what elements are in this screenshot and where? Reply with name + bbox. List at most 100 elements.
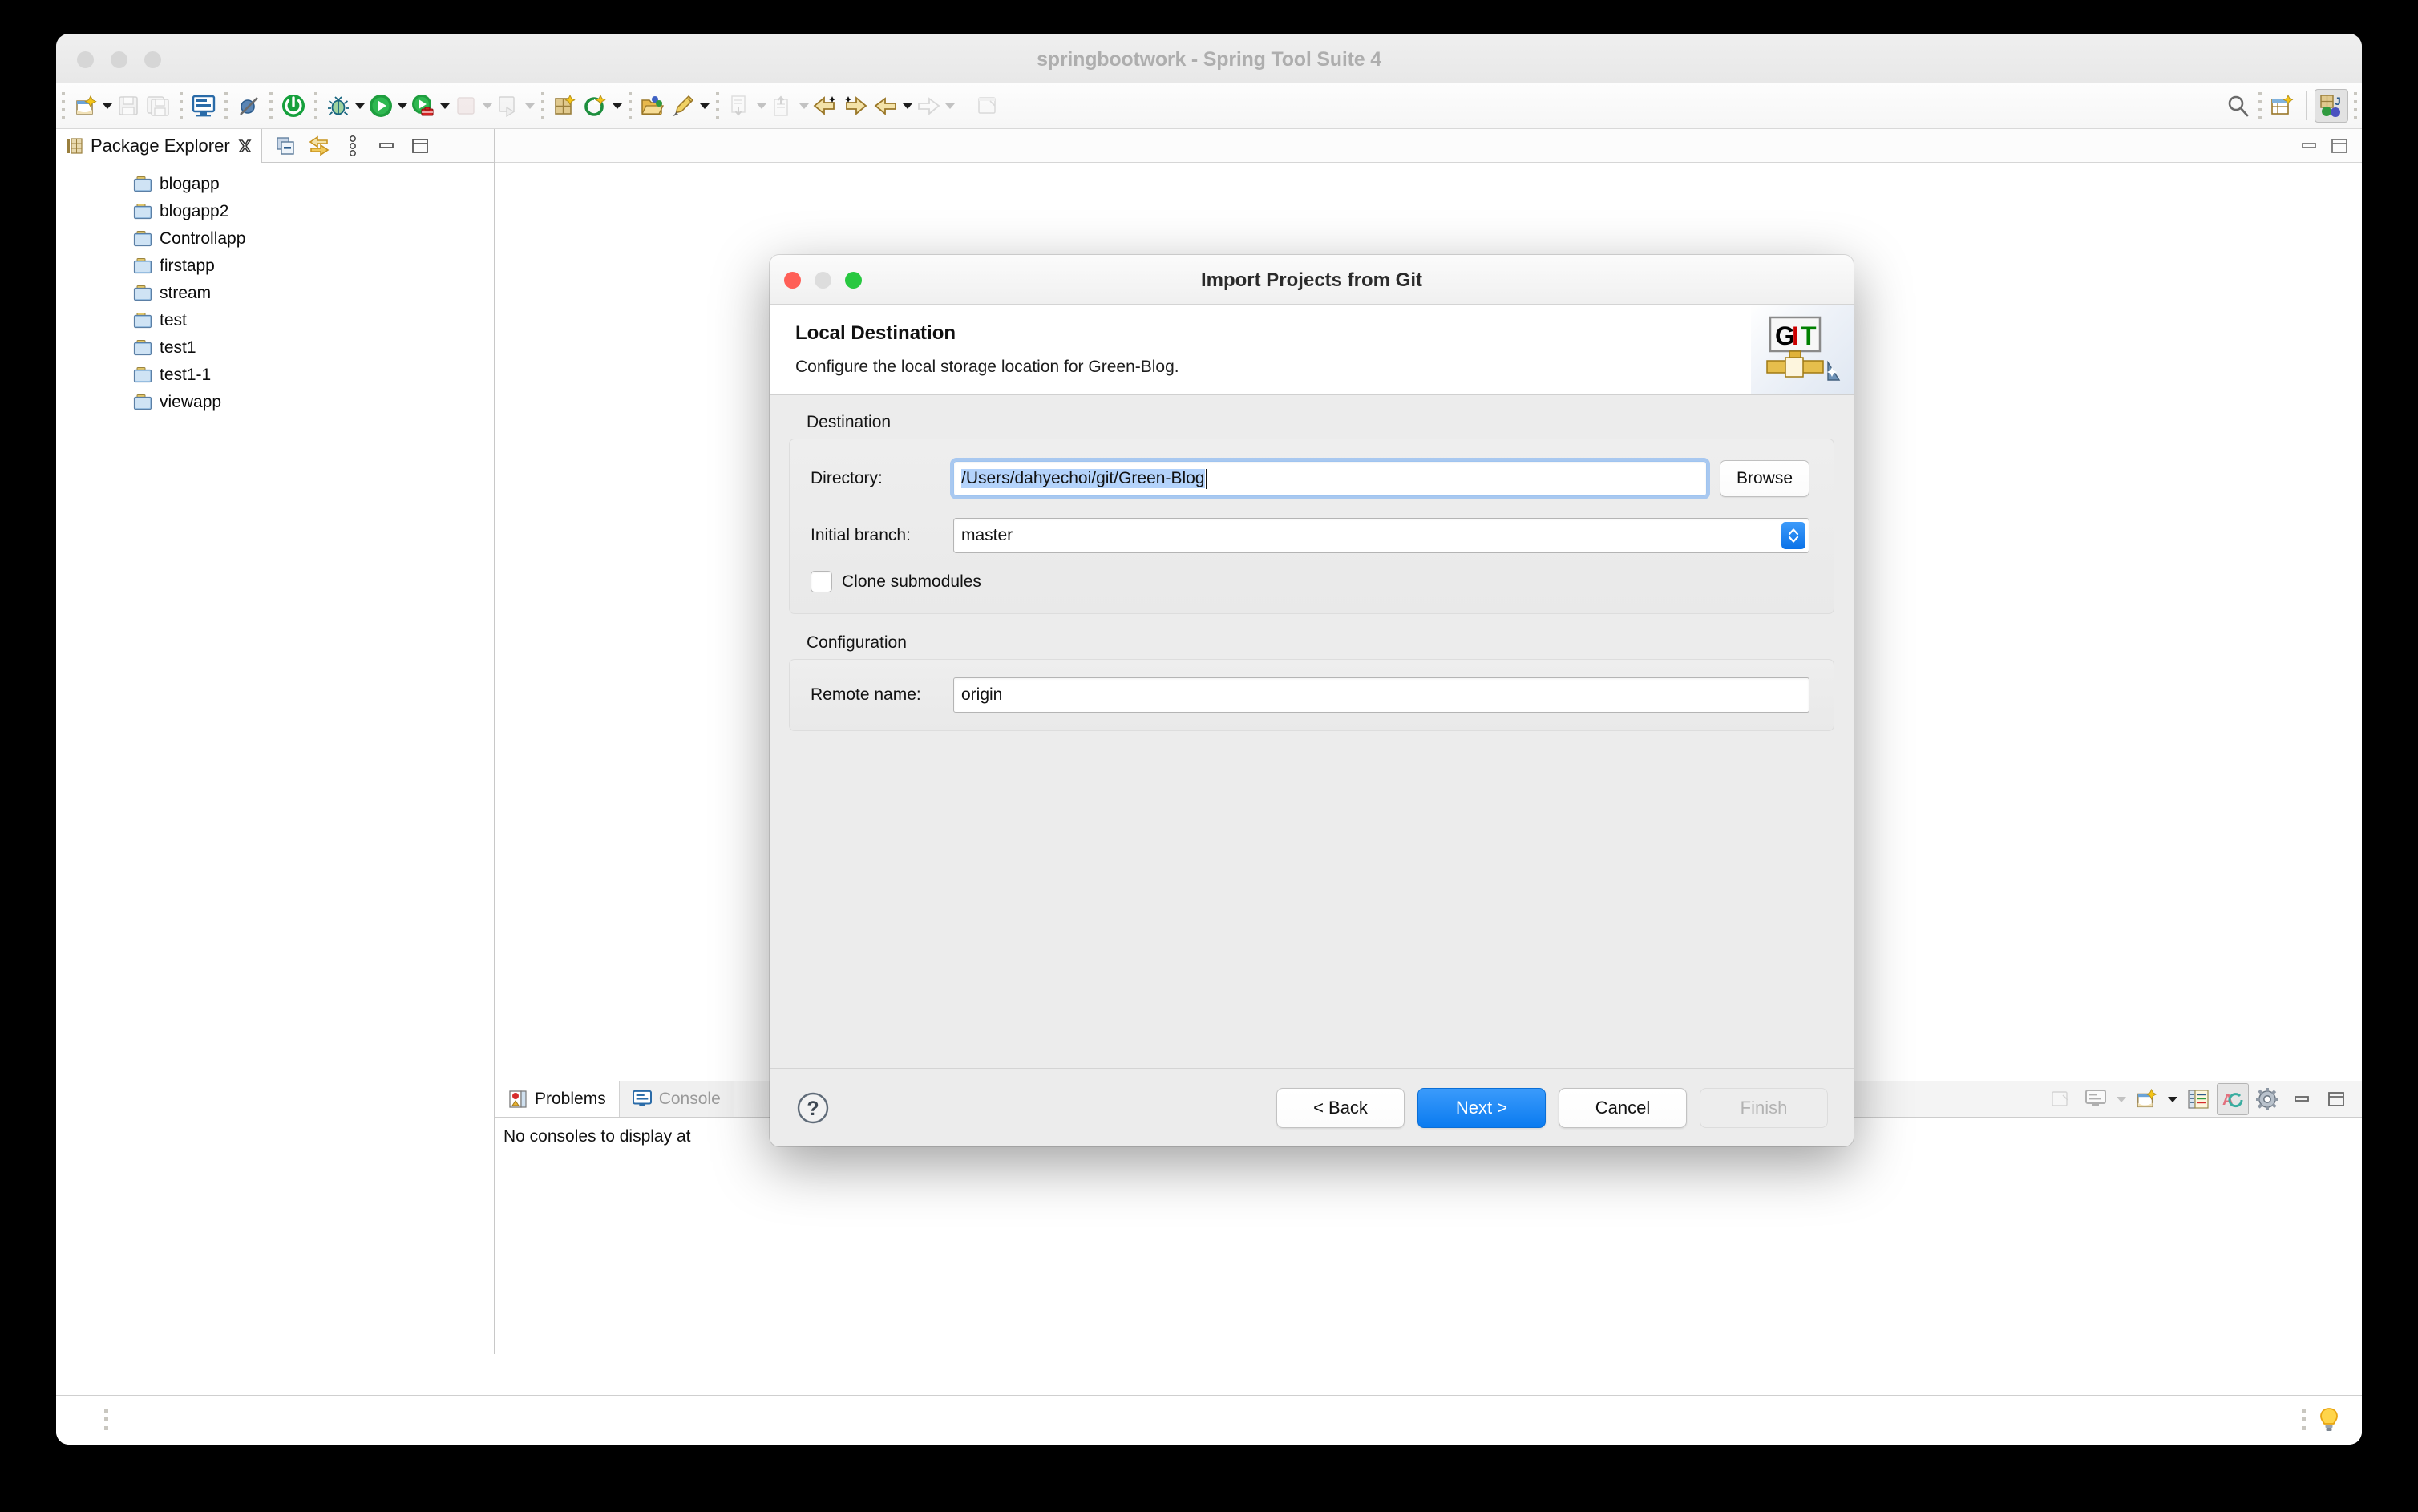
toolbar-grip[interactable] — [62, 92, 65, 119]
open-console-dropdown-caret[interactable] — [2165, 1083, 2180, 1115]
cancel-button[interactable]: Cancel — [1559, 1087, 1687, 1128]
back-navigation-caret[interactable] — [901, 88, 913, 123]
maximize-icon[interactable] — [2320, 1083, 2352, 1115]
toolbar-grip[interactable] — [180, 92, 183, 119]
problems-icon — [508, 1090, 528, 1109]
tree-item-label: firstapp — [160, 257, 215, 275]
external-tools-dropdown-caret[interactable] — [439, 88, 451, 123]
tree-item-project[interactable]: blogapp2 — [56, 198, 494, 225]
lightbulb-icon[interactable] — [2317, 1407, 2341, 1434]
toolbar-grip[interactable] — [314, 92, 317, 119]
package-explorer-icon — [66, 137, 83, 155]
folder-icon — [133, 257, 152, 275]
open-perspective-icon[interactable] — [2267, 88, 2298, 123]
save-all-icon — [144, 88, 174, 123]
java-perspective-icon[interactable]: J — [2315, 89, 2348, 123]
collapse-all-icon[interactable] — [270, 131, 301, 160]
new-class-dropdown-caret[interactable] — [611, 88, 623, 123]
new-class-icon[interactable] — [580, 88, 611, 123]
clone-submodules-checkbox[interactable] — [811, 571, 832, 592]
toolbar-grip[interactable] — [2354, 92, 2357, 119]
tab-console[interactable]: Console — [619, 1081, 734, 1117]
debug-icon[interactable] — [323, 88, 354, 123]
new-wizard-dropdown-caret[interactable] — [101, 88, 113, 123]
directory-input[interactable]: /Users/dahyechoi/git/Green-Blog — [950, 458, 1710, 499]
package-explorer-tabrow: Package Explorer — [56, 128, 494, 163]
new-wizard-icon[interactable] — [71, 88, 101, 123]
remote-name-value: origin — [961, 685, 1003, 704]
edit-icon[interactable] — [668, 88, 698, 123]
open-type-icon[interactable] — [637, 88, 668, 123]
forward-edit-icon[interactable] — [840, 88, 871, 123]
folder-icon — [133, 312, 152, 329]
initial-branch-combo[interactable]: master — [953, 518, 1809, 553]
edit-dropdown-caret[interactable] — [698, 88, 710, 123]
skip-breakpoints-icon[interactable] — [233, 88, 264, 123]
tab-package-explorer[interactable]: Package Explorer — [56, 128, 262, 163]
open-console-icon[interactable] — [2131, 1083, 2163, 1115]
initial-branch-value: master — [961, 526, 1013, 544]
remote-name-input[interactable]: origin — [953, 677, 1809, 713]
folder-icon — [133, 285, 152, 302]
next-button[interactable]: Next > — [1417, 1087, 1546, 1128]
tree-item-project[interactable]: Controllapp — [56, 225, 494, 253]
minimize-icon[interactable] — [2286, 1083, 2318, 1115]
remote-name-row: Remote name: origin — [811, 677, 1809, 713]
chevron-updown-icon[interactable] — [1781, 522, 1805, 549]
tab-problems[interactable]: Problems — [495, 1081, 620, 1117]
help-icon[interactable]: ? — [795, 1090, 831, 1126]
browse-button[interactable]: Browse — [1720, 460, 1809, 497]
tree-item-project[interactable]: stream — [56, 280, 494, 307]
tree-item-label: blogapp — [160, 175, 220, 193]
toolbar-grip[interactable] — [541, 92, 544, 119]
console-output-area[interactable] — [495, 1154, 2362, 1395]
toolbar-grip[interactable] — [224, 92, 228, 119]
link-with-editor-icon[interactable] — [304, 131, 334, 160]
minimize-icon[interactable] — [2299, 136, 2319, 156]
view-menu-icon[interactable] — [338, 131, 368, 160]
stop-icon — [451, 88, 481, 123]
svg-text:I: I — [1792, 321, 1799, 350]
toolbar-grip[interactable] — [2258, 92, 2262, 119]
minimize-icon[interactable] — [371, 131, 402, 160]
back-edit-icon[interactable] — [810, 88, 840, 123]
console-icon[interactable] — [188, 88, 219, 123]
spring-boot-dashboard-icon[interactable] — [278, 88, 309, 123]
tree-item-project[interactable]: test — [56, 307, 494, 334]
debug-dropdown-caret[interactable] — [354, 88, 366, 123]
window-titlebar: springbootwork - Spring Tool Suite 4 — [56, 34, 2362, 83]
svg-text:?: ? — [807, 1098, 819, 1120]
tree-item-project[interactable]: test1 — [56, 334, 494, 362]
console-settings-icon[interactable] — [2251, 1083, 2283, 1115]
tree-item-project[interactable]: viewapp — [56, 389, 494, 416]
run-external-tools-icon[interactable] — [408, 88, 439, 123]
run-icon[interactable] — [366, 88, 396, 123]
dialog-body: Destination Directory: /Users/dahyechoi/… — [770, 395, 1854, 1068]
search-icon[interactable] — [2222, 88, 2253, 123]
display-console-dropdown-caret[interactable] — [2114, 1083, 2129, 1115]
console-toolbar: A — [2045, 1081, 2362, 1117]
tree-item-project[interactable]: firstapp — [56, 253, 494, 280]
close-icon[interactable] — [237, 138, 253, 154]
toolbar-grip[interactable] — [629, 92, 632, 119]
dialog-footer: ? < Back Next > Cancel Finish — [770, 1068, 1854, 1146]
maximize-icon[interactable] — [405, 131, 435, 160]
tree-item-project[interactable]: test1-1 — [56, 362, 494, 389]
tree-item-project[interactable]: blogapp — [56, 171, 494, 198]
toolbar-grip[interactable] — [716, 92, 719, 119]
scroll-lock-icon[interactable]: A — [2217, 1083, 2249, 1115]
run-last-tool-icon — [493, 88, 524, 123]
tree-item-label: blogapp2 — [160, 202, 229, 220]
display-selected-console-icon[interactable] — [2080, 1083, 2112, 1115]
run-dropdown-caret[interactable] — [396, 88, 408, 123]
back-button[interactable]: < Back — [1276, 1087, 1405, 1128]
directory-row: Directory: /Users/dahyechoi/git/Green-Bl… — [811, 458, 1809, 499]
maximize-icon[interactable] — [2330, 136, 2349, 156]
stop-dropdown-caret — [481, 88, 493, 123]
package-explorer-view: Package Explorer blogapp blogapp2 Contro… — [56, 128, 495, 1354]
toolbar-grip[interactable] — [269, 92, 273, 119]
new-java-package-icon[interactable] — [550, 88, 580, 123]
word-wrap-icon[interactable] — [2182, 1083, 2214, 1115]
back-navigation-icon[interactable] — [871, 88, 901, 123]
dialog-button-bar: < Back Next > Cancel Finish — [1276, 1087, 1828, 1128]
